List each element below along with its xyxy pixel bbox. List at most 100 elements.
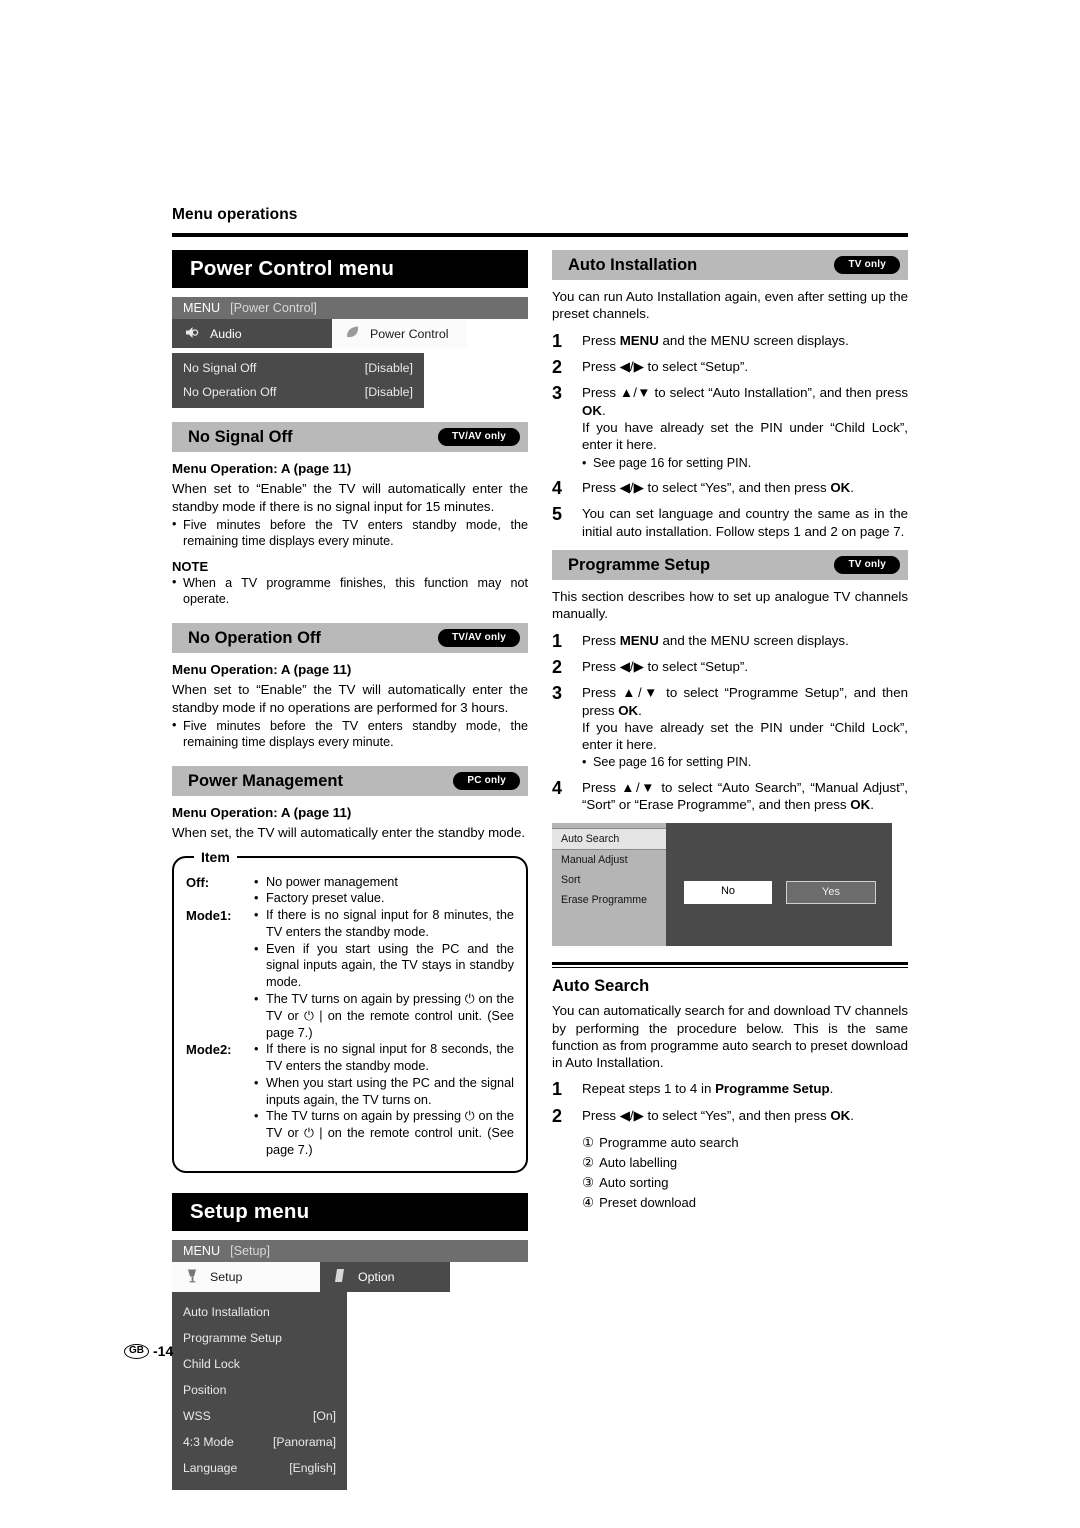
no-button[interactable]: No xyxy=(684,881,772,905)
item-label: Mode2: xyxy=(186,1042,232,1058)
step-text-part: . xyxy=(638,702,642,718)
section-title: Power Management xyxy=(188,772,343,791)
item-box-legend: Item xyxy=(194,848,237,865)
step-sub-note: See page 16 for setting PIN. xyxy=(582,455,908,472)
menu-operation-label: Menu Operation: A (page 11) xyxy=(172,461,352,477)
step-text: Press ◀/▶ to select “Setup”. xyxy=(582,658,908,676)
step-text-part: . xyxy=(829,1081,834,1097)
step: 4 Press ◀/▶ to select “Yes”, and then pr… xyxy=(552,479,908,498)
osd-tab-audio[interactable]: Audio xyxy=(172,319,332,349)
bullet-list: Five minutes before the TV enters standb… xyxy=(172,516,528,549)
step-number: 1 xyxy=(552,1079,563,1100)
body-text: You can run Auto Installation again, eve… xyxy=(552,289,908,322)
osd-setup: MENU [Setup] Setup Option Auto Installat… xyxy=(172,1239,528,1490)
osd-menu-label: MENU xyxy=(183,301,221,316)
osd-row-label: Auto Installation xyxy=(183,1304,270,1319)
right-column: Auto Installation TV only You can run Au… xyxy=(552,250,908,1213)
step-text-bold: MENU xyxy=(619,632,659,648)
osd-tab-label: Power Control xyxy=(370,326,449,341)
osd-row-label: Programme Setup xyxy=(183,1330,282,1345)
section-title-power-control-menu: Power Control menu xyxy=(172,250,528,289)
menu-operation-label: Menu Operation: A (page 11) xyxy=(172,662,352,678)
list-item: If there is no signal input for 8 minute… xyxy=(254,907,514,941)
region-badge: GB xyxy=(124,1343,149,1359)
osd-menu-item-manual-adjust[interactable]: Manual Adjust xyxy=(552,850,666,870)
osd-row[interactable]: No Operation Off [Disable] xyxy=(172,380,424,404)
osd-row[interactable]: No Signal Off [Disable] xyxy=(172,356,424,380)
item-content: If there is no signal input for 8 second… xyxy=(254,1041,514,1158)
step-list-auto-search: 1 Repeat steps 1 to 4 in Programme Setup… xyxy=(552,1080,908,1125)
osd-menu-item-sort[interactable]: Sort xyxy=(552,870,666,890)
osd-row-label: Position xyxy=(183,1382,227,1397)
osd-tab-strip: Setup Option xyxy=(172,1261,528,1292)
list-item-label: Auto labelling xyxy=(599,1155,678,1171)
osd-row-label: No Signal Off xyxy=(183,361,257,376)
step-sub-note: See page 16 for setting PIN. xyxy=(582,754,908,771)
step-text-part: Press ◀/▶ to select “Setup”. xyxy=(582,658,749,674)
circled-number: ② xyxy=(582,1155,595,1171)
step-number: 2 xyxy=(552,1105,563,1126)
osd-tab-power-control[interactable]: Power Control xyxy=(332,319,467,349)
list-item: Factory preset value. xyxy=(254,890,514,907)
osd-row-value: [English] xyxy=(289,1460,336,1475)
step-text-bold: Programme Setup xyxy=(715,1081,830,1097)
running-head: Menu operations xyxy=(172,206,298,223)
osd-row[interactable]: 4:3 Mode [Panorama] xyxy=(172,1429,347,1455)
step-text-bold: OK xyxy=(618,702,639,718)
body-text: When set to “Enable” the TV will automat… xyxy=(172,682,528,715)
item-content: If there is no signal input for 8 minute… xyxy=(254,907,514,1041)
list-item: ② Auto labelling xyxy=(582,1153,908,1173)
list-item: No power management xyxy=(254,874,514,891)
section-header-no-signal-off: No Signal Off TV/AV only xyxy=(172,422,528,453)
osd-menu-bracket: [Setup] xyxy=(230,1243,271,1258)
list-item: If there is no signal input for 8 second… xyxy=(254,1041,514,1075)
osd-row[interactable]: Child Lock xyxy=(172,1351,347,1377)
status-badge: TV/AV only xyxy=(437,629,520,648)
item-content: No power management Factory preset value… xyxy=(254,874,514,908)
item-row: Off: No power management Factory preset … xyxy=(186,874,514,908)
body-text: You can automatically search for and dow… xyxy=(552,1003,908,1071)
step-text-part: Press ▲/▼ to select “Auto Installation”,… xyxy=(582,385,908,401)
section-title: No Operation Off xyxy=(188,629,321,648)
step: 1 Press MENU and the MENU screen display… xyxy=(552,331,908,350)
osd-menu-item-auto-search[interactable]: Auto Search xyxy=(552,828,666,851)
osd-tab-label: Setup xyxy=(210,1269,243,1284)
osd-tab-setup[interactable]: Setup xyxy=(172,1261,320,1292)
section-header-auto-installation: Auto Installation TV only xyxy=(552,250,908,281)
osd-row-label: WSS xyxy=(183,1408,211,1423)
osd-row[interactable]: Language [English] xyxy=(172,1455,347,1481)
step: 3 Press ▲/▼ to select “Programme Setup”,… xyxy=(552,683,908,771)
step-text: Press ◀/▶ to select “Setup”. xyxy=(582,358,908,376)
list-item: The TV turns on again by pressing ⏻ on t… xyxy=(254,1108,514,1158)
body-text: When set, the TV will automatically ente… xyxy=(172,825,526,841)
osd-tab-option[interactable]: Option xyxy=(320,1261,450,1292)
numbered-sequence-list: ① Programme auto search ② Auto labelling ③… xyxy=(582,1133,908,1213)
step: 2 Press ◀/▶ to select “Yes”, and then pr… xyxy=(552,1105,908,1126)
step-text: Press ▲/▼ to select “Auto Search”, “Manu… xyxy=(582,779,908,814)
osd-row[interactable]: Position xyxy=(172,1377,347,1403)
osd-button-row: No Yes xyxy=(684,881,876,905)
step-text: Press ▲/▼ to select “Auto Installation”,… xyxy=(582,384,908,472)
step-number: 3 xyxy=(552,683,563,704)
item-label: Mode1: xyxy=(186,908,232,924)
item-row: Mode2: If there is no signal input for 8… xyxy=(186,1041,514,1158)
osd-row-label: No Operation Off xyxy=(183,385,277,400)
note-title: NOTE xyxy=(172,559,209,575)
step-text-part: . xyxy=(870,797,874,813)
osd-row[interactable]: Auto Installation xyxy=(172,1299,347,1325)
list-item-label: Preset download xyxy=(599,1195,696,1211)
step-text-part: You can set language and country the sam… xyxy=(582,506,908,539)
yes-button[interactable]: Yes xyxy=(786,881,876,905)
step-number: 4 xyxy=(552,777,563,798)
osd-row[interactable]: Programme Setup xyxy=(172,1325,347,1351)
osd-menu-item-erase-programme[interactable]: Erase Programme xyxy=(552,890,666,910)
osd-content-panel: No Yes xyxy=(666,823,892,947)
circled-number: ③ xyxy=(582,1175,595,1191)
osd-row-label: 4:3 Mode xyxy=(183,1434,234,1449)
status-badge: TV only xyxy=(834,256,900,275)
status-badge: TV/AV only xyxy=(437,428,520,447)
step-text-bold: OK xyxy=(830,479,851,495)
list-item: Five minutes before the TV enters standb… xyxy=(172,516,528,549)
osd-row[interactable]: WSS [On] xyxy=(172,1403,347,1429)
osd-menu-panel: Auto Search Manual Adjust Sort Erase Pro… xyxy=(552,823,666,947)
